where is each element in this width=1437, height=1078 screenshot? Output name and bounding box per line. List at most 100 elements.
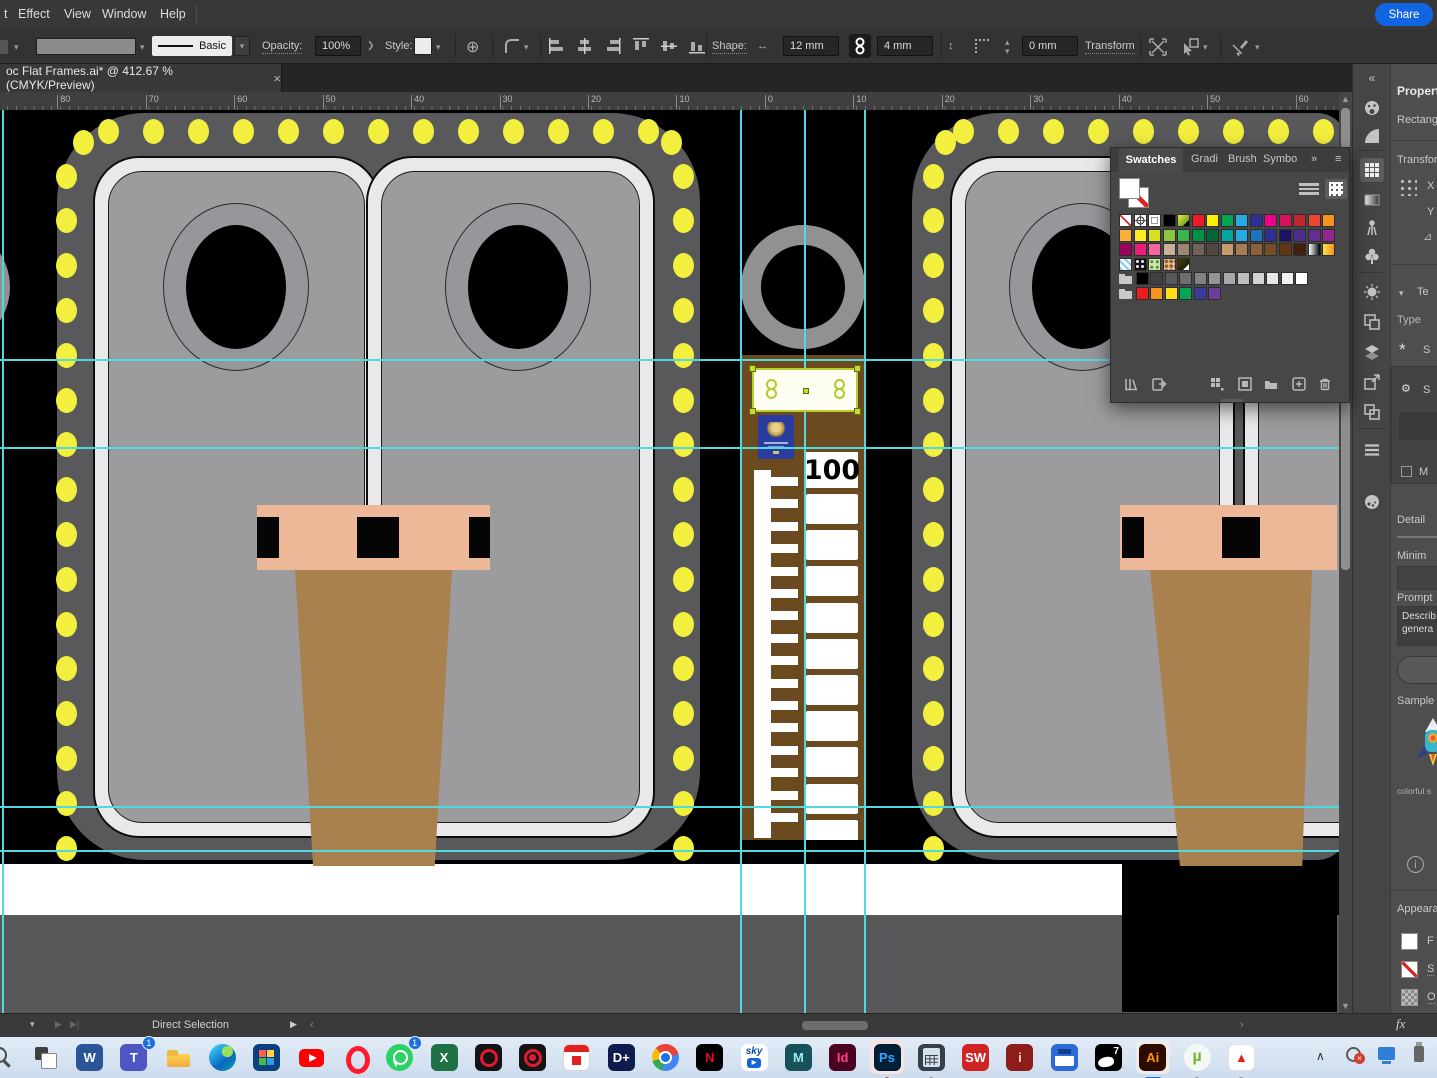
swatch[interactable] bbox=[1134, 258, 1147, 271]
swatches-panel-icon[interactable] bbox=[1360, 158, 1384, 182]
tray-hidden-icons-chevron[interactable]: ∧ bbox=[1316, 1049, 1325, 1063]
brush-trunk[interactable] bbox=[295, 570, 452, 866]
color-group-folder-icon[interactable] bbox=[1119, 287, 1134, 300]
taskbar-icon-red-circle-app-2[interactable] bbox=[516, 1040, 550, 1074]
tab-brushes[interactable]: Brush bbox=[1228, 153, 1257, 165]
taskbar-icon-solidworks[interactable]: SW bbox=[959, 1040, 993, 1074]
align-left-icon[interactable] bbox=[548, 37, 566, 55]
swatch[interactable] bbox=[1177, 214, 1190, 227]
taskbar-icon-incopy[interactable]: i bbox=[1003, 1040, 1037, 1074]
swatch[interactable] bbox=[1119, 229, 1132, 242]
scroll-down-icon[interactable]: ▼ bbox=[1341, 1001, 1350, 1011]
gradient-panel-icon[interactable] bbox=[1360, 188, 1384, 212]
chevron-down-icon[interactable]: ▾ bbox=[1203, 42, 1208, 53]
swatch[interactable] bbox=[1250, 214, 1263, 227]
taskbar-icon-acrobat[interactable]: ▲ bbox=[1224, 1040, 1258, 1074]
passport-object[interactable] bbox=[758, 415, 794, 459]
taskbar-icon-chrome[interactable] bbox=[649, 1040, 683, 1074]
swatch[interactable] bbox=[1308, 214, 1321, 227]
selection-center-anchor[interactable] bbox=[803, 388, 809, 394]
swatch[interactable] bbox=[1136, 272, 1149, 285]
grid-view-icon[interactable] bbox=[1325, 179, 1347, 199]
swatch[interactable] bbox=[1136, 287, 1149, 300]
swatch[interactable] bbox=[1279, 243, 1292, 256]
swatch[interactable] bbox=[1150, 272, 1163, 285]
taskbar-icon-disney-plus[interactable]: D+ bbox=[604, 1040, 638, 1074]
sample-rocket-image[interactable] bbox=[1409, 716, 1437, 769]
selection-handle[interactable] bbox=[749, 408, 756, 415]
swatch[interactable] bbox=[1221, 243, 1234, 256]
swatch-options-icon[interactable] bbox=[1235, 374, 1255, 394]
swatch[interactable] bbox=[1223, 272, 1236, 285]
swatch-themes-icon[interactable] bbox=[1149, 374, 1169, 394]
swatch[interactable] bbox=[1165, 272, 1178, 285]
free-transform-icon[interactable] bbox=[1148, 37, 1166, 55]
appearance-panel-icon[interactable] bbox=[1360, 280, 1384, 304]
star-icon[interactable]: * bbox=[1399, 340, 1406, 360]
collapse-panels-icon[interactable]: « bbox=[1360, 66, 1384, 90]
taskbar-icon-edge[interactable] bbox=[206, 1040, 240, 1074]
show-swatch-kinds-icon[interactable] bbox=[1207, 374, 1227, 394]
checkbox[interactable] bbox=[1401, 466, 1412, 477]
artwork-black-rect[interactable] bbox=[1122, 865, 1337, 1012]
swatch[interactable] bbox=[1119, 243, 1132, 256]
swatch[interactable] bbox=[1235, 229, 1248, 242]
asset-export-panel-icon[interactable] bbox=[1360, 400, 1384, 424]
swatch[interactable] bbox=[1177, 229, 1190, 242]
taskbar-icon-file-explorer[interactable] bbox=[161, 1040, 195, 1074]
reference-point-icon[interactable] bbox=[1399, 178, 1417, 196]
angle-icon[interactable]: ⊿ bbox=[1423, 230, 1432, 243]
taskbar-icon-whatsapp[interactable]: 1 bbox=[383, 1040, 417, 1074]
taskbar-icon-word[interactable]: W bbox=[73, 1040, 107, 1074]
swatch[interactable] bbox=[1134, 229, 1147, 242]
taskbar-icon-teams[interactable]: T1 bbox=[117, 1040, 151, 1074]
tab-symbols[interactable]: Symbo bbox=[1263, 153, 1297, 165]
guide-vertical[interactable] bbox=[2, 110, 4, 1013]
swatch[interactable] bbox=[1119, 214, 1132, 227]
taskbar-icon-youtube[interactable] bbox=[294, 1040, 328, 1074]
swatch[interactable] bbox=[1177, 258, 1190, 271]
guide-horizontal[interactable] bbox=[0, 806, 1352, 808]
swatch[interactable] bbox=[1194, 272, 1207, 285]
swatch[interactable] bbox=[1293, 229, 1306, 242]
align-center-icon[interactable] bbox=[576, 37, 594, 55]
swatch[interactable] bbox=[1179, 287, 1192, 300]
chevron-down-icon[interactable]: ▾ bbox=[1255, 42, 1260, 53]
style-picker-field[interactable] bbox=[1399, 412, 1437, 440]
swatch[interactable] bbox=[1134, 214, 1147, 227]
menu-item-view[interactable]: View bbox=[64, 7, 91, 21]
link-dimensions-icon[interactable] bbox=[849, 34, 871, 58]
minimum-field[interactable] bbox=[1397, 566, 1437, 590]
swatch[interactable] bbox=[1322, 229, 1335, 242]
opacity-field[interactable]: 100% bbox=[315, 36, 361, 56]
layers-panel-icon[interactable] bbox=[1360, 340, 1384, 364]
taskbar-icon-task-view[interactable] bbox=[28, 1040, 62, 1074]
swatch[interactable] bbox=[1235, 243, 1248, 256]
selection-handle[interactable] bbox=[854, 365, 861, 372]
swatch[interactable] bbox=[1163, 243, 1176, 256]
brush-cap[interactable] bbox=[1120, 505, 1337, 570]
ring-circle[interactable] bbox=[741, 225, 865, 349]
taskbar-icon-utorrent[interactable]: µ bbox=[1180, 1040, 1214, 1074]
scroll-right-icon[interactable]: › bbox=[1240, 1019, 1244, 1031]
new-swatch-icon[interactable] bbox=[1289, 374, 1309, 394]
swatch[interactable] bbox=[1148, 243, 1161, 256]
taskbar-icon-red-doc-app[interactable] bbox=[560, 1040, 594, 1074]
scroll-up-icon[interactable]: ▲ bbox=[1341, 94, 1350, 104]
swatch[interactable] bbox=[1119, 258, 1132, 271]
swatch-libraries-icon[interactable] bbox=[1121, 374, 1141, 394]
opacity-label[interactable]: O bbox=[1427, 991, 1436, 1004]
swatch[interactable] bbox=[1194, 287, 1207, 300]
chevron-down-icon[interactable]: ▾ bbox=[140, 42, 145, 53]
symbols-panel-icon[interactable] bbox=[1360, 244, 1384, 268]
prev-artboard-icon[interactable]: ▶ bbox=[55, 1019, 62, 1030]
fx-effects-icon[interactable]: fx bbox=[1396, 1016, 1405, 1032]
list-view-icon[interactable] bbox=[1299, 181, 1319, 198]
taskbar-icon-photoshop[interactable]: Ps bbox=[870, 1040, 904, 1074]
corner-radius-field[interactable]: 0 mm bbox=[1022, 36, 1078, 56]
detail-slider[interactable] bbox=[1397, 536, 1437, 538]
menu-item-help[interactable]: Help bbox=[160, 7, 186, 21]
menu-item-window[interactable]: Window bbox=[102, 7, 146, 21]
align-middle-icon[interactable] bbox=[660, 37, 678, 55]
align-bottom-icon[interactable] bbox=[688, 37, 706, 55]
